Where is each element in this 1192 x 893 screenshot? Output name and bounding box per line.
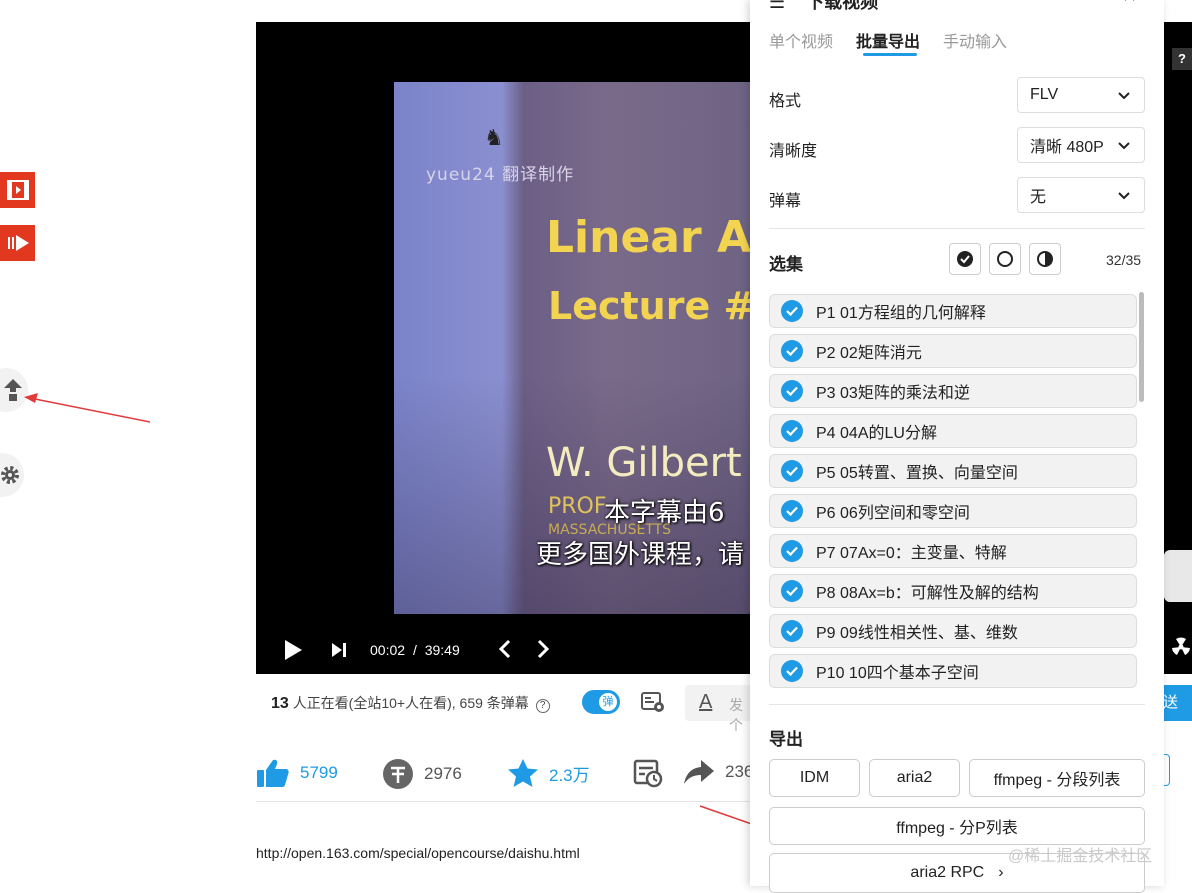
download-panel: ☰ 下载视频 ✕ 单个视频 批量导出 手动输入 格式 FLV 清晰度 清晰 48…	[750, 0, 1164, 893]
episode-label: P5 05转置、置换、向量空间	[816, 465, 1018, 482]
check-icon	[781, 340, 803, 362]
danmaku-value: 无	[1030, 189, 1047, 206]
check-icon	[781, 620, 803, 642]
menu-icon[interactable]: ☰	[769, 0, 785, 12]
episode-scrollbar[interactable]	[1139, 292, 1144, 402]
export-ffmpeg-segments-button[interactable]: ffmpeg - 分段列表	[969, 759, 1145, 797]
export-aria2-button[interactable]: aria2	[869, 759, 960, 797]
format-value: FLV	[1030, 86, 1059, 103]
divider	[769, 228, 1145, 229]
episode-label: P9 09线性相关性、基、维数	[816, 625, 1018, 642]
episode-item[interactable]: P4 04A的LU分解	[769, 414, 1137, 448]
invert-selection-button[interactable]	[1029, 243, 1061, 275]
select-none-button[interactable]	[989, 243, 1021, 275]
export-label: 导出	[769, 730, 803, 749]
aria2-rpc-label: aria2 RPC	[910, 864, 985, 881]
episode-list: P1 01方程组的几何解释 P2 02矩阵消元 P3 03矩阵的乘法和逆 P4 …	[750, 290, 1164, 690]
episode-item[interactable]: P6 06列空间和零空间	[769, 494, 1137, 528]
episode-item[interactable]: P2 02矩阵消元	[769, 334, 1137, 368]
quality-label: 清晰度	[769, 143, 818, 160]
panel-title: 下载视频	[806, 0, 879, 12]
selection-count: 32/35	[1106, 252, 1142, 268]
check-icon	[781, 380, 803, 402]
check-icon	[781, 460, 803, 482]
quality-value: 清晰 480P	[1030, 139, 1104, 156]
episode-label: P10 10四个基本子空间	[816, 665, 979, 682]
tab-single-video[interactable]: 单个视频	[769, 28, 833, 52]
divider	[769, 704, 1145, 705]
danmaku-label: 弹幕	[769, 193, 802, 210]
check-icon	[781, 540, 803, 562]
format-select[interactable]: FLV	[1017, 77, 1145, 113]
format-label: 格式	[769, 93, 802, 110]
episode-label: P4 04A的LU分解	[816, 425, 937, 442]
episode-item[interactable]: P8 08Ax=b：可解性及解的结构	[769, 574, 1137, 608]
chevron-right-icon: ›	[998, 864, 1004, 881]
tab-indicator	[863, 53, 917, 56]
select-episodes-label: 选集	[769, 255, 803, 274]
export-ffmpeg-parts-button[interactable]: ffmpeg - 分P列表	[769, 807, 1145, 845]
check-icon	[781, 660, 803, 682]
episode-label: P7 07Ax=0：主变量、特解	[816, 545, 1007, 562]
episode-item[interactable]: P5 05转置、置换、向量空间	[769, 454, 1137, 488]
check-all-icon	[957, 251, 973, 267]
episode-item[interactable]: P3 03矩阵的乘法和逆	[769, 374, 1137, 408]
close-icon[interactable]: ✕	[1122, 0, 1137, 7]
episode-item[interactable]: P7 07Ax=0：主变量、特解	[769, 534, 1137, 568]
episode-label: P2 02矩阵消元	[816, 345, 922, 362]
panel-header: ☰ 下载视频	[769, 0, 878, 14]
episode-label: P1 01方程组的几何解释	[816, 305, 986, 322]
tab-batch-export[interactable]: 批量导出	[856, 28, 920, 52]
tab-manual-input[interactable]: 手动输入	[943, 28, 1007, 52]
check-icon	[781, 420, 803, 442]
danmaku-select[interactable]: 无	[1017, 177, 1145, 213]
chevron-down-icon	[1118, 142, 1130, 150]
check-icon	[781, 580, 803, 602]
episode-item[interactable]: P1 01方程组的几何解释	[769, 294, 1137, 328]
export-idm-button[interactable]: IDM	[769, 759, 860, 797]
select-all-button[interactable]	[949, 243, 981, 275]
site-watermark: @稀土掘金技术社区	[1008, 848, 1153, 865]
check-icon	[781, 500, 803, 522]
chevron-down-icon	[1118, 92, 1130, 100]
half-circle-icon	[1037, 251, 1053, 267]
episode-label: P3 03矩阵的乘法和逆	[816, 385, 970, 402]
chevron-down-icon	[1118, 192, 1130, 200]
episode-item[interactable]: P10 10四个基本子空间	[769, 654, 1137, 688]
episode-label: P6 06列空间和零空间	[816, 505, 970, 522]
episode-label: P8 08Ax=b：可解性及解的结构	[816, 585, 1039, 602]
check-icon	[781, 300, 803, 322]
circle-outline-icon	[997, 251, 1013, 267]
episode-item[interactable]: P9 09线性相关性、基、维数	[769, 614, 1137, 648]
quality-select[interactable]: 清晰 480P	[1017, 127, 1145, 163]
